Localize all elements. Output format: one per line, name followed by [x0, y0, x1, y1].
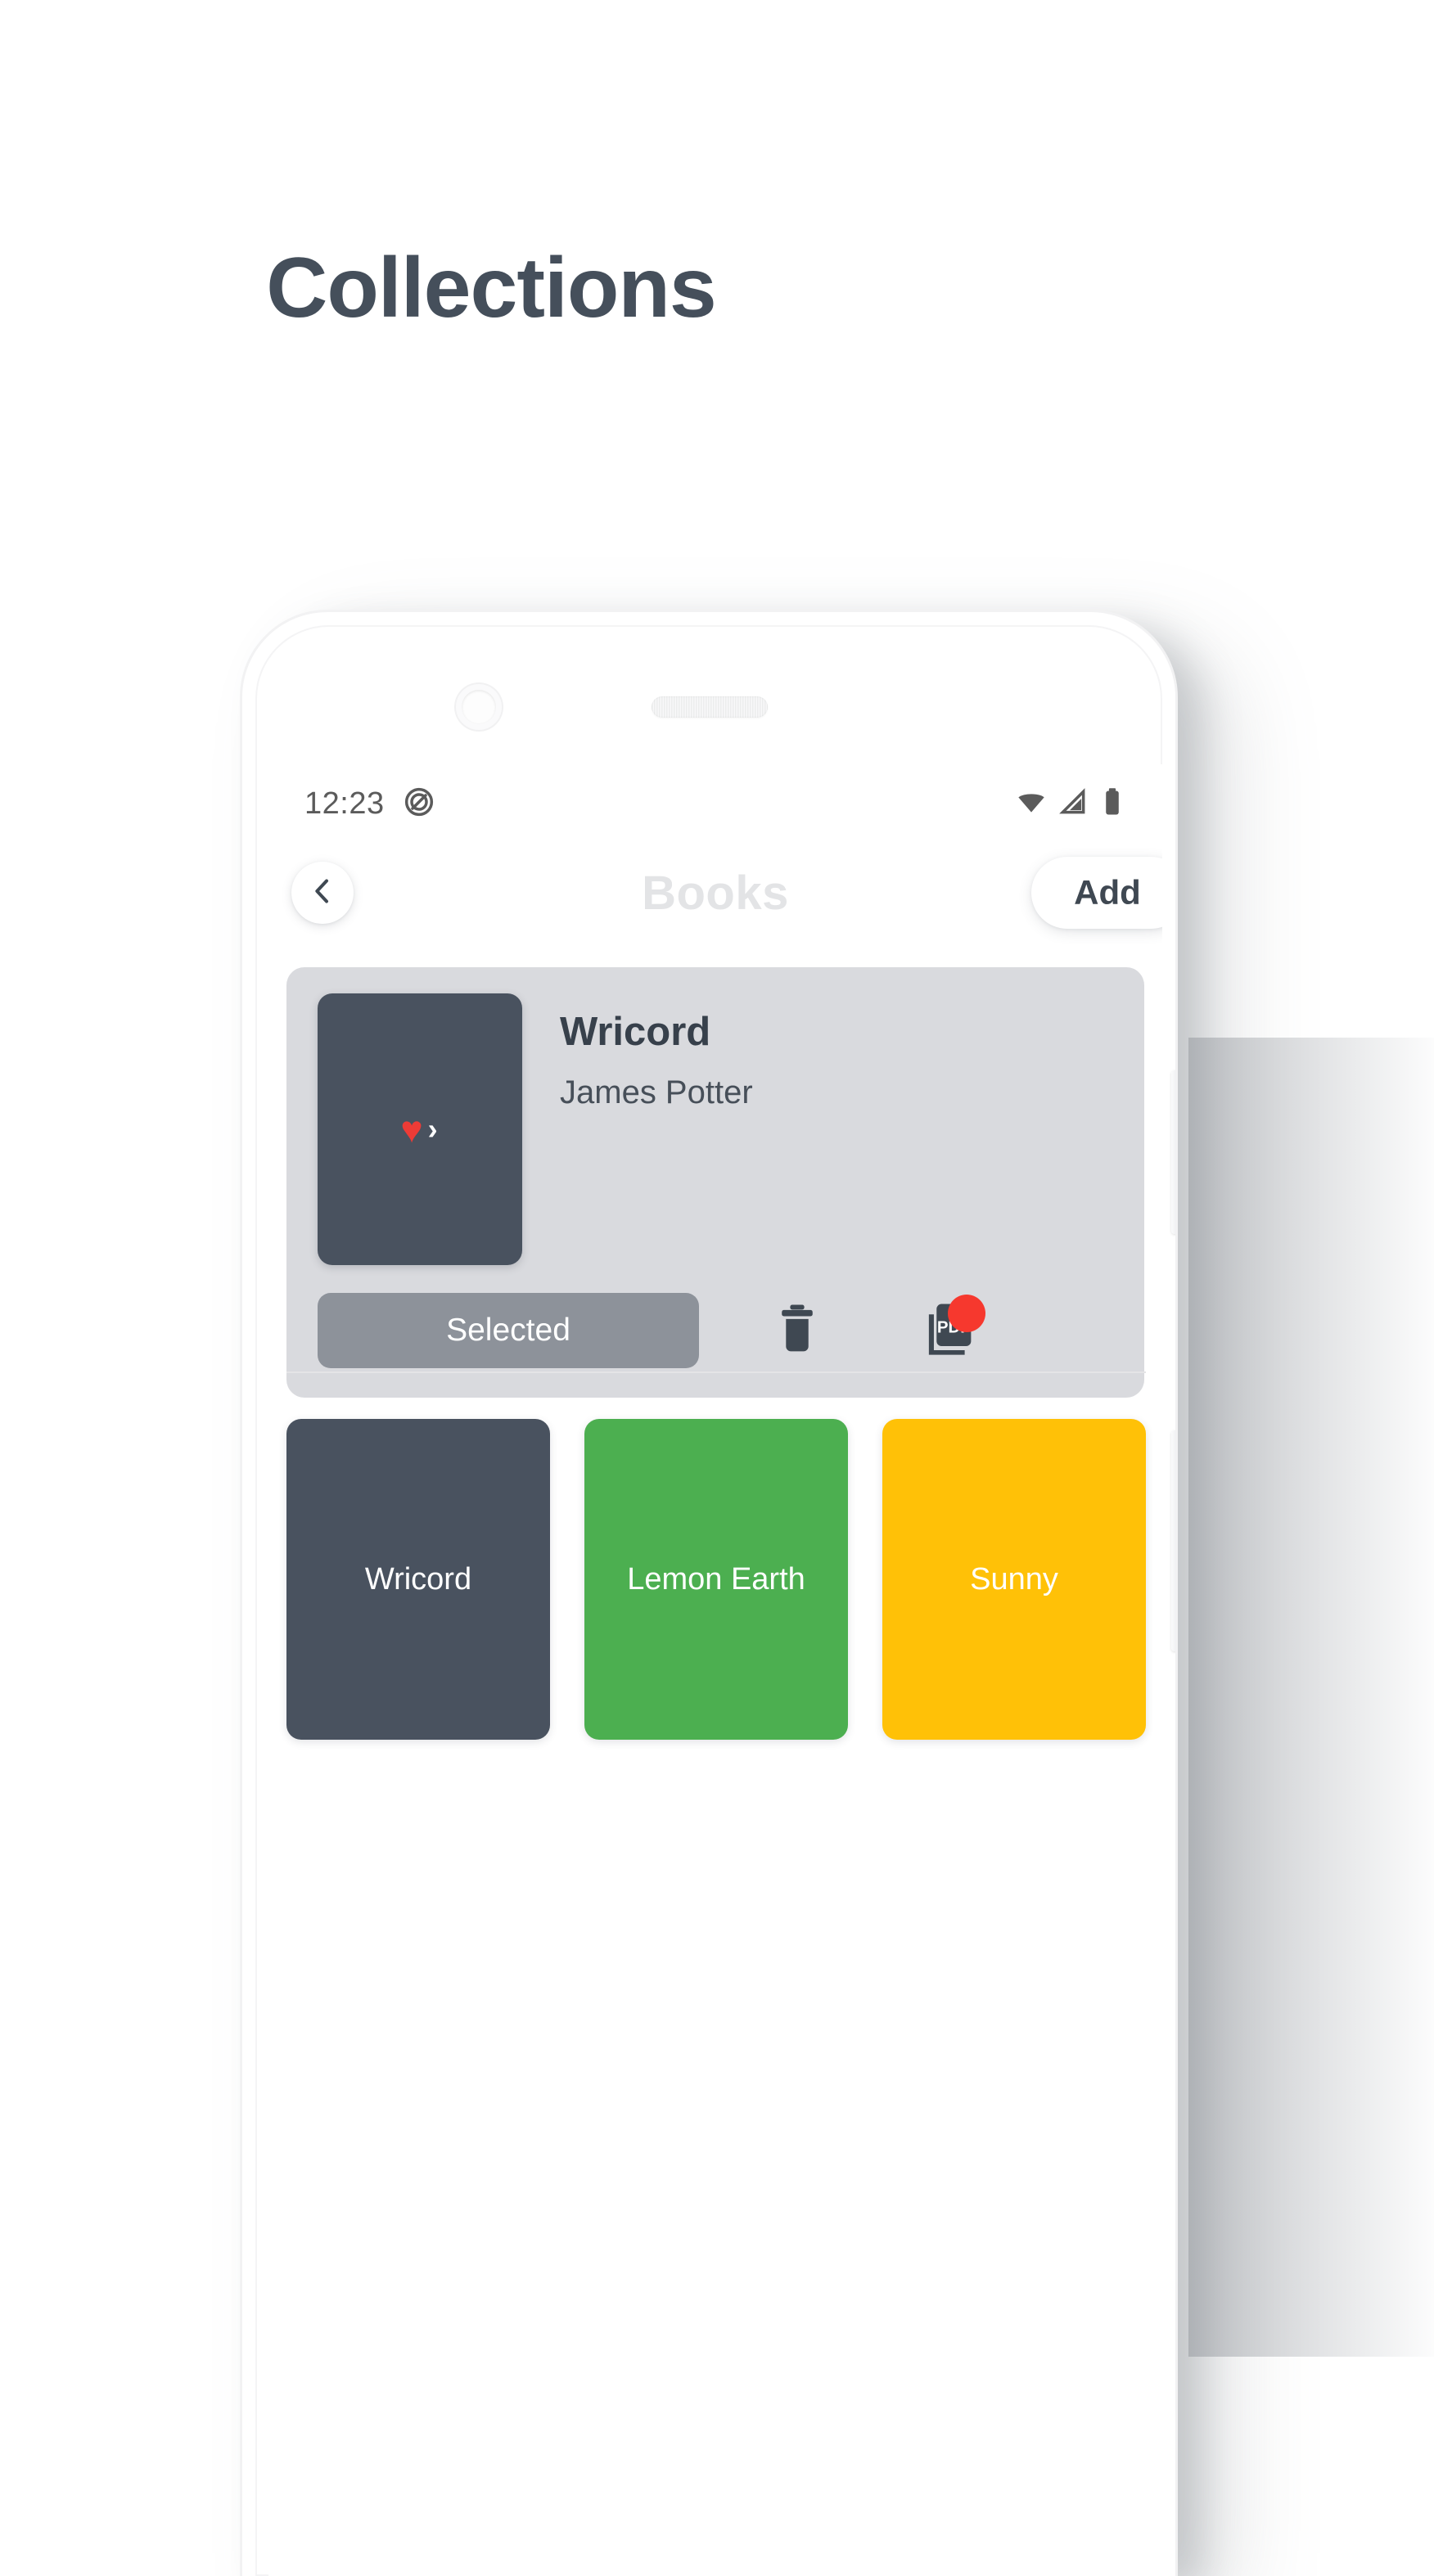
heart-icon: ♥	[400, 1108, 425, 1151]
volume-button[interactable]	[1171, 1070, 1175, 1234]
section-divider	[286, 1371, 1146, 1373]
earpiece-speaker-icon	[652, 696, 768, 718]
selected-button[interactable]: Selected	[318, 1293, 699, 1368]
status-badge	[948, 1295, 985, 1332]
status-bar-right	[1015, 786, 1126, 822]
theme-swatch-label: Wricord	[364, 1561, 472, 1596]
app-bar-title: Books	[642, 866, 789, 920]
status-bar: 12:23	[268, 764, 1162, 843]
battery-icon	[1098, 786, 1126, 822]
back-button[interactable]	[291, 862, 354, 924]
book-meta: Wricord James Potter	[560, 993, 753, 1110]
status-bar-clock: 12:23	[304, 786, 385, 821]
theme-swatch-label: Lemon Earth	[627, 1561, 805, 1596]
book-detail-header: ♥ › Wricord James Potter	[318, 993, 1113, 1265]
export-pdf-button[interactable]: PDF	[910, 1293, 992, 1368]
phone-device-frame: 12:23 Books Add ♥ › Wricord James Potter…	[242, 612, 1175, 2576]
chevron-right-icon: ›	[427, 1112, 440, 1146]
cellular-signal-icon	[1057, 786, 1089, 822]
book-cover-thumbnail[interactable]: ♥ ›	[318, 993, 522, 1265]
theme-swatch-sunny[interactable]: Sunny	[882, 1419, 1146, 1740]
power-button[interactable]	[1171, 1430, 1175, 1651]
theme-swatch-lemon-earth[interactable]: Lemon Earth	[584, 1419, 848, 1740]
page-title: Collections	[266, 241, 717, 336]
phone-screen: 12:23 Books Add ♥ › Wricord James Potter…	[268, 764, 1162, 2576]
add-button[interactable]: Add	[1031, 857, 1162, 929]
book-author: James Potter	[560, 1074, 753, 1111]
book-detail-card: ♥ › Wricord James Potter Selected	[286, 967, 1144, 1398]
delete-button[interactable]	[756, 1293, 838, 1368]
chevron-left-icon	[306, 875, 339, 912]
wifi-icon	[1015, 786, 1048, 822]
theme-swatch-wricord[interactable]: Wricord	[286, 1419, 550, 1740]
device-drop-shadow	[1188, 1038, 1434, 2357]
do-not-disturb-icon	[403, 786, 435, 822]
trash-icon	[772, 1302, 823, 1360]
status-bar-left: 12:23	[304, 786, 435, 822]
front-camera-icon	[462, 690, 496, 724]
book-action-row: Selected P	[318, 1293, 1113, 1368]
theme-swatch-label: Sunny	[970, 1561, 1058, 1596]
app-bar: Books Add	[268, 843, 1162, 943]
book-title: Wricord	[560, 1010, 711, 1054]
theme-swatch-list: Wricord Lemon Earth Sunny	[286, 1419, 1146, 1740]
